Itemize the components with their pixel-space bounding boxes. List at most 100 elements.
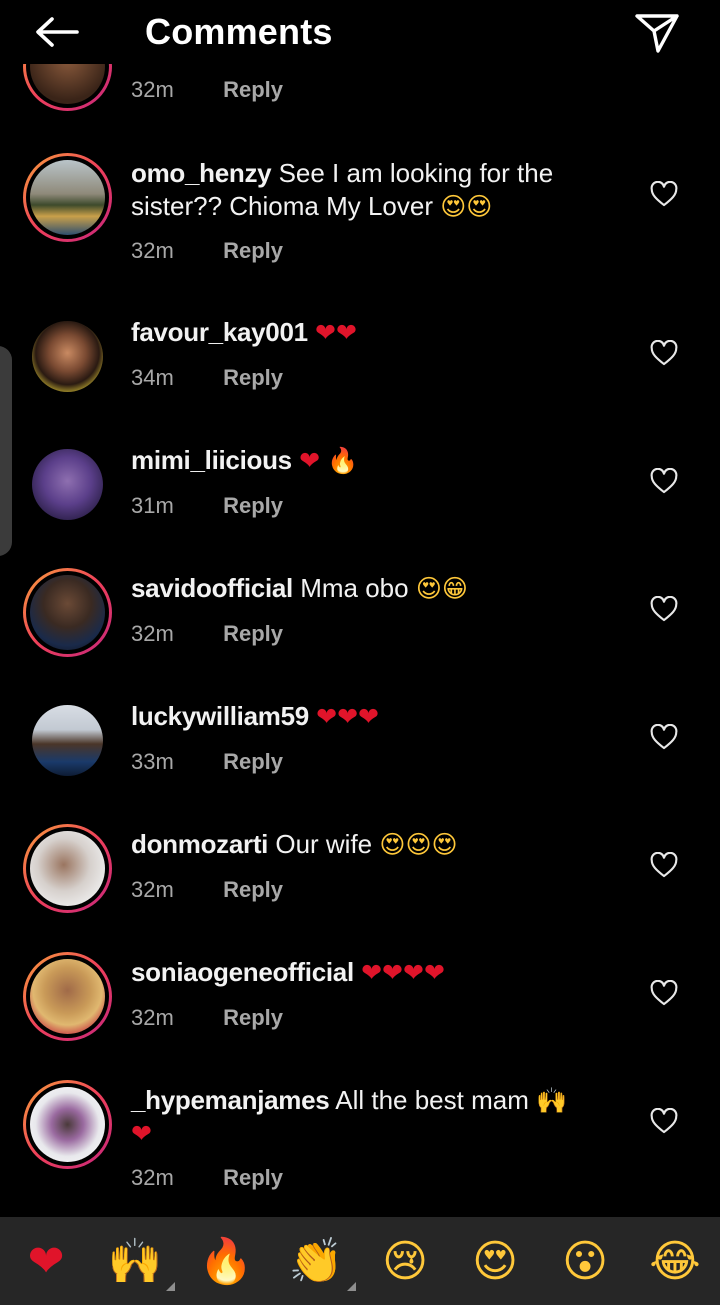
reply-button[interactable]: Reply [223,877,283,902]
comment-text: mimi_liicious ❤ 🔥 [131,444,611,477]
comment-text: soniaogeneofficial ❤❤❤❤ [131,956,611,989]
header-bar: Comments [0,0,720,64]
comment-text: luckywilliam59 ❤❤❤ [131,700,611,733]
avatar [30,959,105,1034]
reply-button[interactable]: Reply [223,238,283,263]
avatar [32,705,103,776]
like-heart-icon[interactable] [650,181,678,207]
like-heart-icon[interactable] [650,340,678,366]
comment-time: 32m [131,238,174,263]
red-heart-emoji: ❤❤❤❤ [361,958,445,987]
reaction-fire[interactable]: 🔥 [198,1235,254,1289]
comment-username[interactable]: donmozarti [131,829,268,859]
reaction-heart[interactable]: ❤ [18,1235,74,1289]
comment-time: 32m [131,77,174,102]
comment-time: 32m [131,877,174,902]
red-heart-emoji: ❤❤ [315,318,357,347]
comment-username[interactable]: luckywilliam59 [131,701,309,731]
avatar [30,575,105,650]
skin-tone-indicator-icon [166,1282,175,1291]
avatar-wrapper[interactable] [23,440,112,529]
comment-body: Mma obo [300,573,409,603]
comment-body: See I am looking for the [278,158,554,188]
avatar [32,321,103,392]
comment-meta: 32m Reply [131,76,283,104]
comment-meta: 32m Reply [131,620,283,648]
fire-emoji: 🔥 [327,446,359,475]
comment-meta: 31m Reply [131,492,283,520]
like-heart-icon[interactable] [650,980,678,1006]
edge-panel-handle[interactable] [0,346,12,556]
comment-text: donmozarti Our wife 😍😍😍 [131,828,611,861]
comment-username[interactable]: _hypemanjames [131,1085,330,1115]
like-heart-icon[interactable] [650,596,678,622]
share-button[interactable] [630,8,684,58]
paper-plane-icon [635,14,679,53]
comment-meta: 32m Reply [131,1164,283,1192]
comment-meta: 34m Reply [131,364,283,392]
heart-eyes-emoji: 😍😍 [440,192,493,221]
avatar [30,831,105,906]
comment-time: 33m [131,749,174,774]
avatar-wrapper[interactable] [23,696,112,785]
reaction-surprised[interactable]: 😮 [557,1235,613,1289]
avatar-story-ring[interactable] [23,824,112,913]
raising-hands-emoji: 🙌 [536,1086,568,1115]
reaction-raising-hands[interactable]: 🙌 [107,1235,175,1291]
red-heart-emoji: ❤❤❤ [316,702,379,731]
red-heart-emoji: ❤ [131,1119,152,1148]
reply-button[interactable]: Reply [223,1165,283,1190]
like-heart-icon[interactable] [650,724,678,750]
reply-button[interactable]: Reply [223,365,283,390]
comment-body: All the best mam [335,1085,529,1115]
comment-time: 34m [131,365,174,390]
comment-username[interactable]: mimi_liicious [131,445,292,475]
avatar-story-ring[interactable] [23,568,112,657]
heart-eyes-grin-emoji: 😍😁 [415,574,468,603]
comment-text: _hypemanjames All the best mam 🙌 ❤ [131,1084,611,1150]
comment-meta: 32m Reply [131,237,283,265]
reaction-clap[interactable]: 👏 [288,1235,356,1291]
comment-username[interactable]: omo_henzy [131,158,272,188]
reply-button[interactable]: Reply [223,621,283,646]
reaction-heart-eyes[interactable]: 😍 [467,1235,523,1289]
avatar-story-ring[interactable] [23,1080,112,1169]
reply-button[interactable]: Reply [223,749,283,774]
raising-hands-emoji: 🙌 [107,1236,163,1287]
comment-body-line2: sister?? Chioma My Lover [131,191,433,221]
reply-button[interactable]: Reply [223,493,283,518]
reaction-laughing[interactable]: 😂 [647,1235,703,1289]
comment-text: favour_kay001 ❤❤ [131,316,611,349]
avatar-story-ring[interactable] [23,153,112,242]
avatar-wrapper[interactable] [23,312,112,401]
red-heart-emoji: ❤ [299,446,321,475]
reply-button[interactable]: Reply [223,77,283,102]
reply-button[interactable]: Reply [223,1005,283,1030]
like-heart-icon[interactable] [650,1108,678,1134]
comment-meta: 32m Reply [131,876,283,904]
comment-text: savidoofficial Mma obo 😍😁 [131,572,611,605]
skin-tone-indicator-icon [347,1282,356,1291]
comment-meta: 32m Reply [131,1004,283,1032]
back-arrow-icon [36,17,79,47]
like-heart-icon[interactable] [650,852,678,878]
comment-time: 31m [131,493,174,518]
comment-time: 32m [131,1005,174,1030]
comment-username[interactable]: savidoofficial [131,573,293,603]
comments-list[interactable]: 32m Reply omo_henzy See I am looking for… [0,0,720,1217]
avatar [30,160,105,235]
comment-time: 32m [131,621,174,646]
page-title: Comments [145,11,333,52]
avatar-story-ring[interactable] [23,952,112,1041]
comment-username[interactable]: favour_kay001 [131,317,308,347]
avatar [32,449,103,520]
comment-username[interactable]: soniaogeneofficial [131,957,354,987]
comment-text: omo_henzy See I am looking for the siste… [131,157,611,223]
quick-reaction-bar: ❤ 🙌 🔥 👏 😢 😍 😮 😂 [0,1217,720,1305]
comment-time: 32m [131,1165,174,1190]
heart-eyes-emoji: 😍😍😍 [379,830,458,859]
back-button[interactable] [30,10,84,54]
like-heart-icon[interactable] [650,468,678,494]
comment-meta: 33m Reply [131,748,283,776]
reaction-crying[interactable]: 😢 [377,1235,433,1289]
